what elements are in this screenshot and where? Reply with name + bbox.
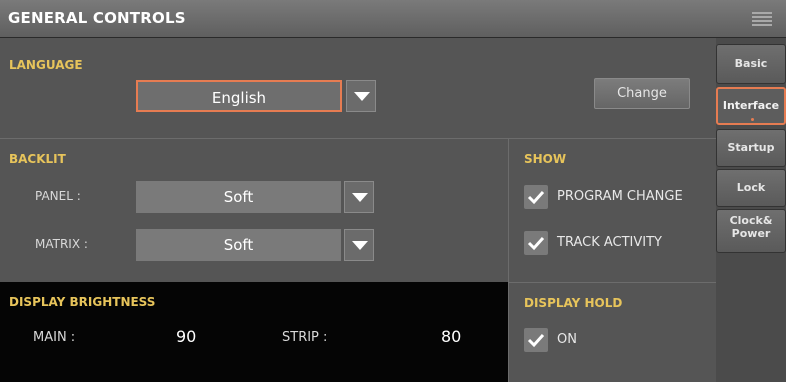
- matrix-backlit-value[interactable]: Soft: [136, 229, 341, 261]
- panel-backlit-value[interactable]: Soft: [136, 181, 341, 213]
- track-activity-label: TRACK ACTIVITY: [557, 235, 662, 250]
- display-hold-on-label: ON: [557, 332, 577, 347]
- chevron-down-icon[interactable]: [344, 229, 374, 261]
- checkmark-icon: [527, 190, 545, 205]
- main-brightness-value[interactable]: 90: [176, 327, 196, 346]
- display-hold-on-checkbox[interactable]: [524, 328, 548, 352]
- menu-icon[interactable]: [752, 12, 772, 26]
- tab-lock[interactable]: Lock: [716, 169, 786, 207]
- display-brightness-panel: DISPLAY BRIGHTNESS MAIN : 90 STRIP : 80: [0, 282, 508, 382]
- divider: [508, 139, 509, 382]
- tab-startup[interactable]: Startup: [716, 129, 786, 167]
- checkmark-icon: [527, 333, 545, 348]
- title-bar: GENERAL CONTROLS: [0, 0, 786, 38]
- main-panel: LANGUAGE English Change BACKLIT PANEL : …: [0, 38, 716, 382]
- panel-backlit-dropdown[interactable]: Soft: [136, 181, 374, 213]
- display-hold-label: DISPLAY HOLD: [524, 296, 623, 310]
- tab-interface[interactable]: Interface: [716, 87, 786, 125]
- tab-interface-label: Interface: [722, 99, 780, 112]
- divider: [0, 138, 716, 139]
- checkmark-icon: [527, 236, 545, 251]
- tab-clock-power[interactable]: Clock& Power: [716, 209, 786, 253]
- strip-brightness-label: STRIP :: [282, 330, 328, 345]
- strip-brightness-value[interactable]: 80: [441, 327, 461, 346]
- main-brightness-label: MAIN :: [33, 330, 76, 345]
- matrix-backlit-dropdown[interactable]: Soft: [136, 229, 374, 261]
- chevron-down-icon[interactable]: [346, 80, 376, 112]
- track-activity-checkbox[interactable]: [524, 231, 548, 255]
- display-brightness-label: DISPLAY BRIGHTNESS: [9, 295, 156, 309]
- active-indicator: [751, 118, 754, 121]
- language-dropdown[interactable]: English: [136, 80, 376, 112]
- show-section-label: SHOW: [524, 152, 567, 166]
- divider: [508, 282, 716, 283]
- change-language-button[interactable]: Change: [594, 78, 690, 109]
- tab-bar: Basic Interface Startup Lock Clock& Powe…: [716, 38, 786, 382]
- language-section-label: LANGUAGE: [9, 58, 83, 72]
- tab-basic[interactable]: Basic: [716, 44, 786, 84]
- chevron-down-icon[interactable]: [344, 181, 374, 213]
- panel-label: PANEL :: [35, 189, 81, 203]
- program-change-checkbox[interactable]: [524, 185, 548, 209]
- language-value[interactable]: English: [136, 80, 342, 112]
- page-title: GENERAL CONTROLS: [8, 9, 186, 27]
- program-change-label: PROGRAM CHANGE: [557, 189, 683, 204]
- matrix-label: MATRIX :: [35, 237, 88, 251]
- backlit-section-label: BACKLIT: [9, 152, 66, 166]
